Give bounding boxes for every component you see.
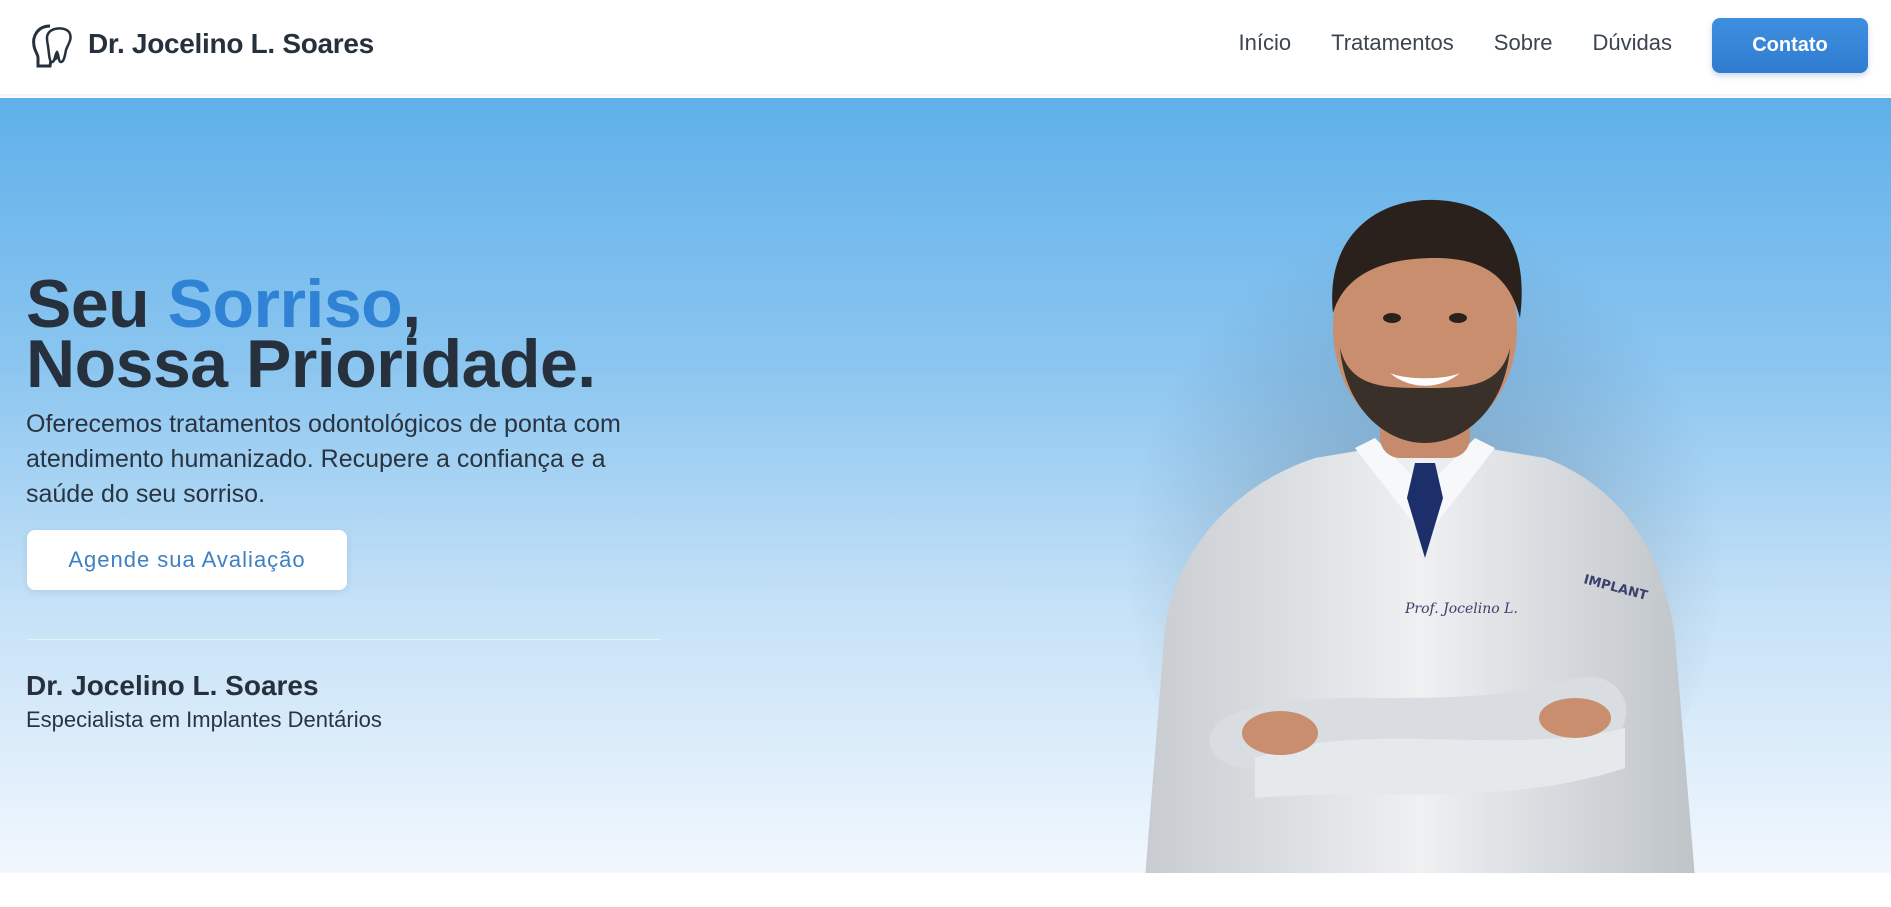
nav-inicio[interactable]: Início: [1239, 30, 1292, 56]
doctor-name: Dr. Jocelino L. Soares: [26, 670, 319, 701]
divider: [27, 639, 660, 640]
hero-section: Seu Sorriso, Nossa Prioridade. Oferecemo…: [0, 98, 1891, 873]
nav-sobre[interactable]: Sobre: [1494, 30, 1553, 56]
tooth-head-icon[interactable]: [28, 22, 76, 70]
nav-tratamentos[interactable]: Tratamentos: [1331, 30, 1454, 56]
nav-duvidas[interactable]: Dúvidas: [1593, 30, 1672, 56]
photo-embroidery-name: Prof. Jocelino L.: [1404, 601, 1518, 617]
schedule-evaluation-button[interactable]: Agende sua Avaliação: [27, 530, 347, 590]
doctor-photo: Prof. Jocelino L. IMPLANT: [1125, 178, 1725, 873]
brand-name[interactable]: Dr. Jocelino L. Soares: [88, 28, 374, 60]
main-nav: Início Tratamentos Sobre Dúvidas: [1239, 30, 1672, 56]
doctor-role: Especialista em Implantes Dentários: [26, 707, 382, 732]
hero-title-line2: Nossa Prioridade.: [26, 325, 596, 402]
site-header: Dr. Jocelino L. Soares Início Tratamento…: [0, 0, 1891, 94]
contact-button[interactable]: Contato: [1712, 18, 1868, 73]
hero-title: Seu Sorriso, Nossa Prioridade.: [26, 270, 596, 398]
hero-lead: Oferecemos tratamentos odontológicos de …: [26, 410, 621, 508]
